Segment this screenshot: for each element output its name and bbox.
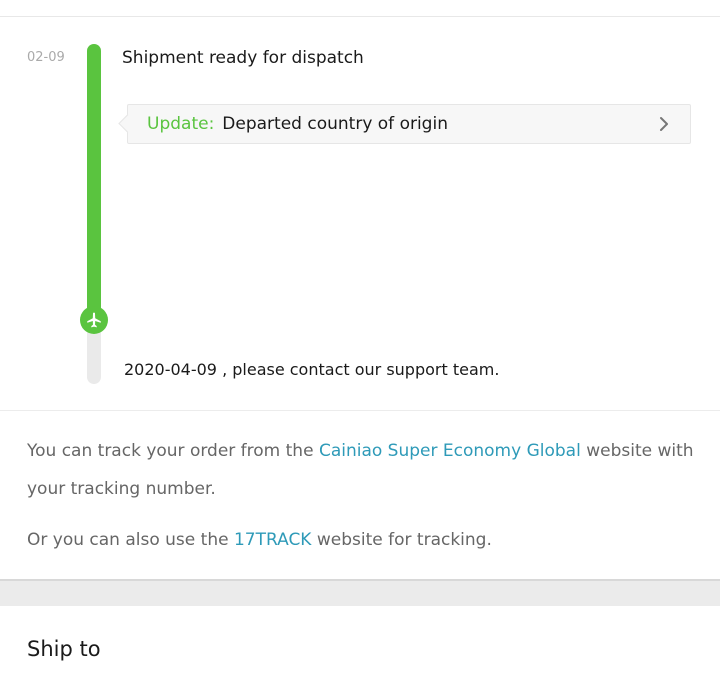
info-text: Or you can also use the (27, 530, 234, 550)
event-note: 2020-04-09 , please contact our support … (124, 360, 500, 379)
top-divider (0, 16, 720, 17)
ship-to-heading: Ship to (27, 637, 101, 661)
chevron-right-icon (660, 117, 668, 131)
17track-link[interactable]: 17TRACK (234, 530, 312, 550)
section-separator (0, 579, 720, 606)
event-date: 02-09 (27, 50, 65, 65)
order-tracking-page: 02-09 Shipment ready for dispatch Update… (0, 0, 720, 680)
tracking-info-paragraph: You can track your order from the Cainia… (27, 432, 697, 508)
update-text: Departed country of origin (222, 114, 448, 134)
cainiao-link[interactable]: Cainiao Super Economy Global (319, 441, 581, 461)
alt-tracking-paragraph: Or you can also use the 17TRACK website … (27, 521, 697, 559)
section-divider (0, 410, 720, 411)
timeline-progress (87, 44, 101, 324)
update-row[interactable]: Update: Departed country of origin (127, 104, 691, 144)
update-label: Update: (147, 114, 215, 134)
airplane-icon (80, 306, 108, 334)
info-text: website for tracking. (311, 530, 492, 550)
event-title: Shipment ready for dispatch (122, 48, 364, 68)
info-text: You can track your order from the (27, 441, 319, 461)
